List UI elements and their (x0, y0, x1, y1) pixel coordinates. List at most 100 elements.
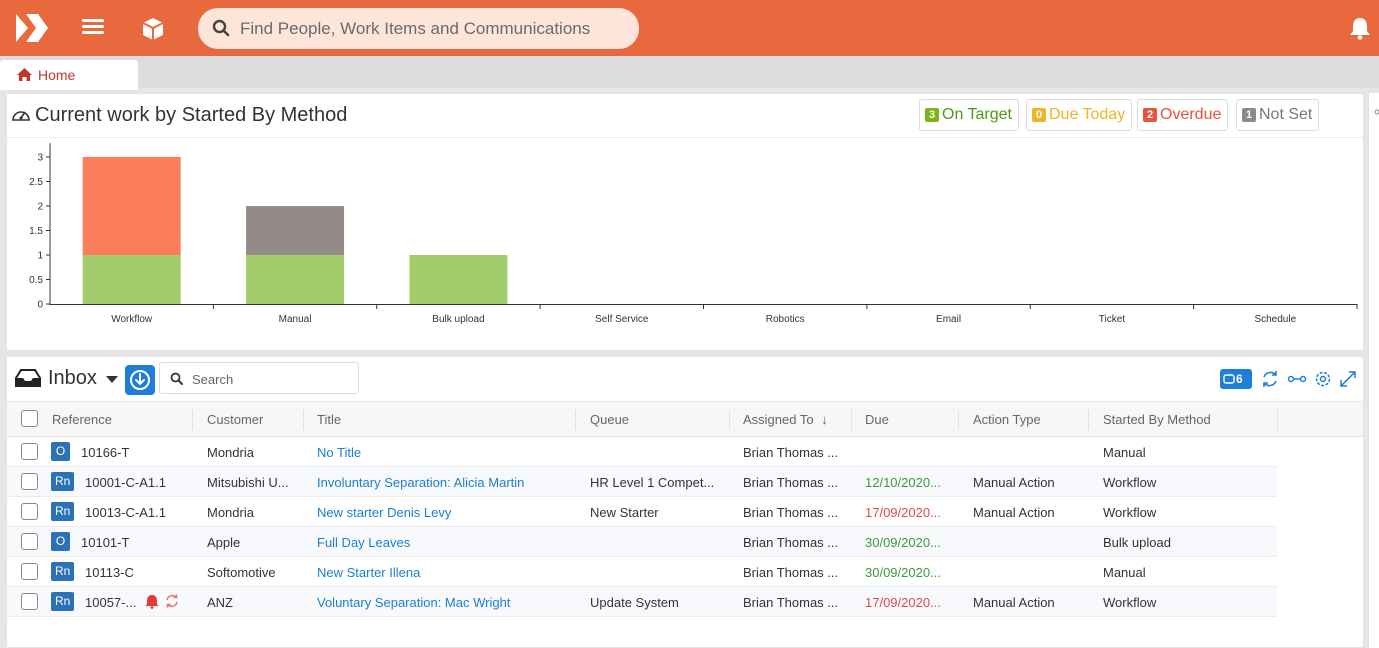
row-checkbox[interactable] (21, 503, 38, 520)
y-tick-label: 1.5 (29, 226, 43, 237)
cell-title-link[interactable]: Voluntary Separation: Mac Wright (317, 595, 510, 610)
row-checkbox[interactable] (21, 593, 38, 610)
item-type-badge: O (51, 532, 70, 551)
column-reference[interactable]: Reference (52, 412, 112, 427)
inbox-search[interactable] (159, 362, 359, 394)
row-checkbox[interactable] (21, 533, 38, 550)
column-divider (1277, 410, 1278, 430)
row-checkbox[interactable] (21, 443, 38, 460)
inbox-tray-icon (15, 369, 41, 387)
cell-reference[interactable]: 10166-T (81, 445, 129, 460)
cell-customer: Softomotive (207, 565, 276, 580)
bar-on-target (409, 255, 508, 304)
refresh-icon (166, 594, 178, 608)
chevron-down-icon[interactable] (106, 376, 118, 383)
legend-on-target-count: 3 (925, 108, 939, 122)
inbox-title[interactable]: Inbox (48, 367, 97, 390)
legend-not-set[interactable]: 1 Not Set (1236, 99, 1320, 131)
cell-started-by-method: Workflow (1103, 505, 1157, 520)
y-tick-label: 3 (37, 153, 43, 164)
cell-assigned-to: Brian Thomas ... (743, 445, 839, 460)
legend-due-today-count: 0 (1032, 108, 1046, 122)
inbox-search-input[interactable] (192, 368, 352, 390)
work-item-count: 6 (1236, 372, 1243, 386)
column-action-type[interactable]: Action Type (973, 412, 1041, 427)
table-row[interactable]: O 10166-T Mondria No Title Brian Thomas ... M… (7, 437, 1277, 467)
table-row[interactable]: Rn 10113-C Softomotive New Starter Illena Br… (7, 557, 1277, 587)
cell-title-link[interactable]: New Starter Illena (317, 565, 420, 580)
user-icon[interactable] (1372, 109, 1379, 117)
search-icon (170, 372, 183, 385)
search-icon (212, 19, 230, 37)
item-type-badge: Rn (51, 562, 75, 581)
cell-customer: ANZ (207, 595, 233, 610)
sort-arrow-icon: ↓ (821, 412, 828, 427)
bar-chart: 0 0.5 1 1.5 2 2.5 3 Workflow Manual Bulk upload Se… (29, 143, 1358, 325)
cell-reference[interactable]: 10001-C-A1.1 (85, 475, 166, 490)
column-divider (192, 410, 193, 430)
global-search-input[interactable] (240, 14, 620, 44)
column-due[interactable]: Due (865, 412, 889, 427)
column-queue[interactable]: Queue (590, 412, 629, 427)
cell-assigned-to: Brian Thomas ... (743, 535, 839, 550)
right-side-panel (1368, 93, 1379, 648)
tab-home[interactable]: Home (0, 60, 138, 90)
legend-due-today-label: Due Today (1049, 106, 1126, 123)
cell-title-link[interactable]: No Title (317, 445, 361, 460)
item-type-badge: Rn (51, 502, 75, 521)
gear-icon[interactable] (1313, 369, 1333, 389)
column-divider (729, 410, 730, 430)
row-checkbox[interactable] (21, 473, 38, 490)
cell-queue: Update System (590, 595, 679, 610)
connect-icon[interactable] (1287, 369, 1307, 389)
app-logo-icon[interactable] (12, 10, 48, 46)
cell-reference[interactable]: 10013-C-A1.1 (85, 505, 166, 520)
bar-on-target (246, 255, 345, 304)
chart-title-text: Current work by Started By Method (35, 104, 348, 126)
cell-action-type: Manual Action (973, 595, 1055, 610)
bar-overdue (82, 157, 181, 255)
table-row[interactable]: Rn 10013-C-A1.1 Mondria New starter Denis L… (7, 497, 1277, 527)
cell-due: 30/09/2020... (865, 565, 941, 580)
column-assigned-to[interactable]: Assigned To ↓ (743, 412, 828, 427)
bell-icon[interactable] (1349, 16, 1371, 40)
cell-title-link[interactable]: Involuntary Separation: Alicia Martin (317, 475, 524, 490)
table-row[interactable]: Rn 10001-C-A1.1 Mitsubishi U... Involuntary… (7, 467, 1277, 497)
cell-reference[interactable]: 10113-C (85, 565, 134, 580)
refresh-icon[interactable] (1260, 369, 1280, 389)
x-tick-label: Robotics (766, 314, 805, 325)
work-item-count-badge[interactable]: 6 (1220, 369, 1252, 389)
column-title[interactable]: Title (317, 412, 341, 427)
legend-due-today[interactable]: 0 Due Today (1026, 99, 1133, 131)
cell-assigned-to: Brian Thomas ... (743, 505, 839, 520)
y-tick-label: 0 (37, 300, 43, 311)
legend-on-target[interactable]: 3 On Target (919, 99, 1019, 131)
cube-icon[interactable] (140, 16, 166, 42)
alarm-icon (145, 595, 159, 609)
legend-overdue[interactable]: 2 Overdue (1137, 99, 1229, 131)
global-search[interactable] (198, 8, 639, 49)
column-customer[interactable]: Customer (207, 412, 263, 427)
download-button[interactable] (125, 365, 155, 395)
cell-assigned-to: Brian Thomas ... (743, 595, 839, 610)
item-type-badge: Rn (51, 472, 75, 491)
select-all-checkbox[interactable] (21, 410, 38, 427)
column-started-by-method[interactable]: Started By Method (1103, 412, 1211, 427)
cell-assigned-to: Brian Thomas ... (743, 565, 839, 580)
row-checkbox[interactable] (21, 563, 38, 580)
cell-reference[interactable]: 10101-T (81, 535, 129, 550)
cell-started-by-method: Workflow (1103, 595, 1157, 610)
cell-title-link[interactable]: New starter Denis Levy (317, 505, 451, 520)
column-divider (958, 410, 959, 430)
cell-reference[interactable]: 10057-... (85, 595, 136, 610)
cell-title-link[interactable]: Full Day Leaves (317, 535, 410, 550)
table-row[interactable]: Rn 10057-... ANZ Voluntary Separation: Mac … (7, 587, 1277, 617)
table-row[interactable]: O 10101-T Apple Full Day Leaves Brian Thomas… (7, 527, 1277, 557)
expand-icon[interactable] (1338, 369, 1358, 389)
menu-icon[interactable] (82, 16, 104, 40)
column-divider (303, 410, 304, 430)
cell-queue: HR Level 1 Compet... (590, 475, 715, 490)
chart-title: Current work by Started By Method (11, 104, 347, 127)
legend-on-target-label: On Target (942, 106, 1012, 123)
cell-customer: Mondria (207, 445, 254, 460)
